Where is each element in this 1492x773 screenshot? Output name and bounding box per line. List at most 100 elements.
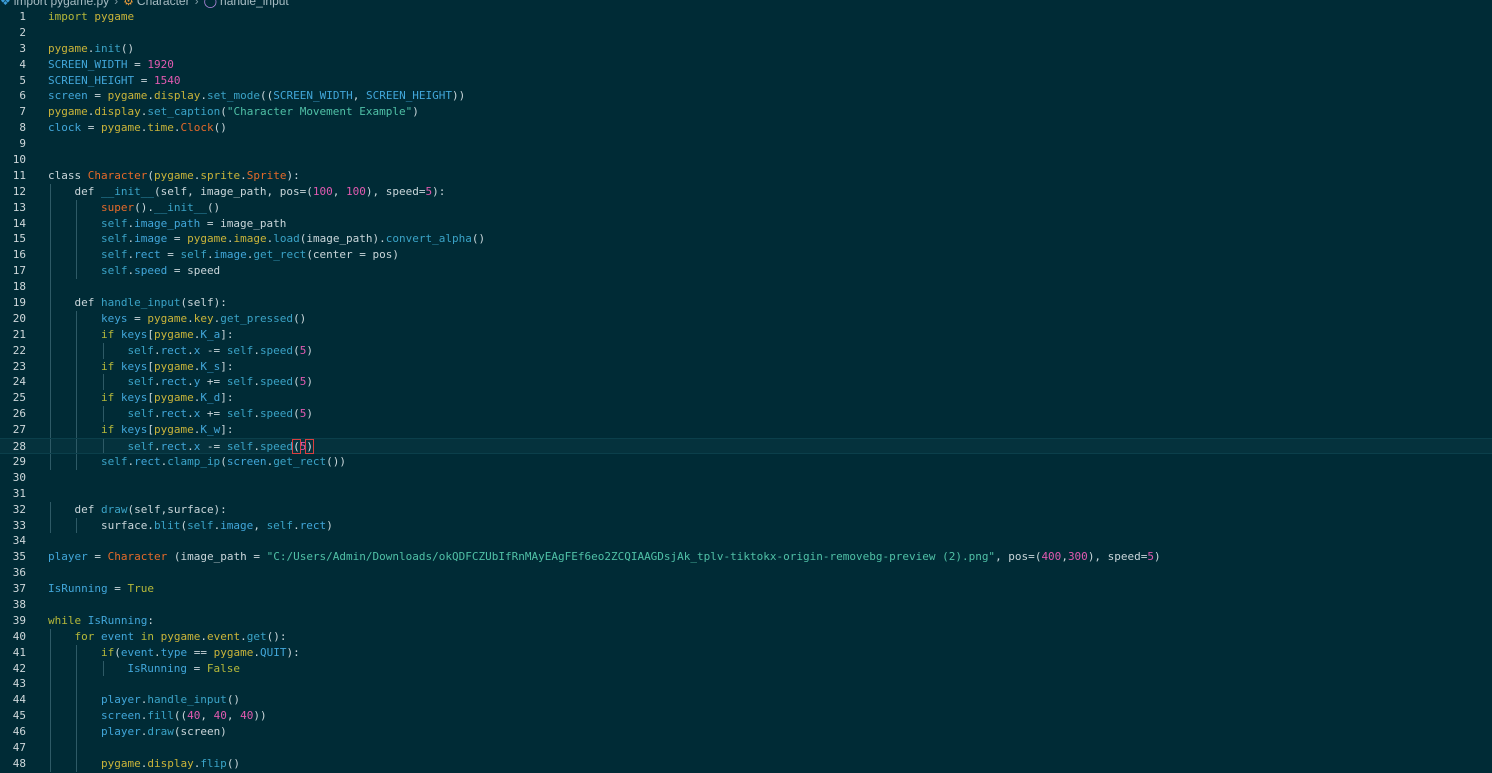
code-token: ) — [1154, 550, 1161, 564]
code-editor[interactable]: 1 import pygame 2 3 pygame.init() 4 SCREEN_WID… — [0, 9, 1492, 772]
code-text: player.handle_input() — [101, 692, 240, 708]
code-token: == — [187, 645, 214, 659]
indent-guide — [76, 517, 78, 534]
chevron-right-icon: › — [194, 0, 199, 8]
code-line[interactable]: 26 self.rect.x += self.speed(5) — [0, 406, 1492, 423]
breadcrumb-class[interactable]: Character — [137, 0, 190, 8]
code-line[interactable]: 44 player.handle_input() — [0, 692, 1492, 709]
code-token: , — [352, 89, 366, 103]
code-line[interactable]: 20 keys = pygame.key.get_pressed() — [0, 310, 1492, 327]
code-line[interactable]: 11 class Character(pygame.sprite.Sprite): — [0, 168, 1492, 184]
code-token: = — [87, 89, 108, 103]
code-line[interactable]: 18 — [0, 279, 1492, 296]
code-text: self.image_path = image_path — [101, 216, 286, 232]
code-line[interactable]: 12 def __init__(self, image_path, pos=(10… — [0, 183, 1492, 200]
code-line[interactable]: 21 if keys[pygame.K_a]: — [0, 326, 1492, 343]
code-token: . — [187, 407, 194, 421]
indent-guide — [76, 453, 78, 470]
code-line[interactable]: 42 IsRunning = False — [0, 660, 1492, 677]
code-line[interactable]: 39 while IsRunning: — [0, 613, 1492, 629]
code-token: __init__ — [100, 184, 154, 198]
code-line[interactable]: 33 surface.blit(self.image, self.rect) — [0, 517, 1492, 534]
code-line[interactable]: 27 if keys[pygame.K_w]: — [0, 422, 1492, 439]
code-line[interactable]: 40 for event in pygame.event.get(): — [0, 628, 1492, 645]
code-line[interactable]: 38 — [0, 597, 1492, 613]
code-text: self.speed = speed — [101, 263, 220, 279]
line-number: 20 — [12, 311, 26, 325]
code-token: clamp_ip — [167, 454, 221, 468]
code-line[interactable]: 41 if(event.type == pygame.QUIT): — [0, 644, 1492, 661]
indent-guide — [50, 439, 51, 453]
code-token: ) — [306, 375, 313, 389]
code-token: . — [187, 343, 194, 357]
code-token: if — [100, 391, 121, 405]
code-token: (screen) — [173, 725, 227, 739]
code-line[interactable]: 6 screen = pygame.display.set_mode((SCREE… — [0, 88, 1492, 104]
code-line[interactable]: 9 — [0, 136, 1492, 152]
code-token: rect — [134, 454, 161, 468]
line-number: 23 — [12, 359, 26, 373]
code-line[interactable]: 36 — [0, 565, 1492, 581]
code-token: 1540 — [153, 73, 181, 87]
code-token: , — [226, 709, 241, 723]
code-line[interactable]: 34 — [0, 533, 1492, 549]
code-token: get_rect — [253, 248, 307, 262]
breadcrumb-method[interactable]: handle_input — [220, 0, 289, 8]
line-number: 12 — [12, 184, 26, 198]
code-line[interactable]: 28 self.rect.x -= self.speed(5) — [0, 438, 1492, 455]
code-token: display — [147, 756, 194, 770]
code-line[interactable]: 35 player = Character (image_path = "C:/U… — [0, 549, 1492, 565]
code-token: Sprite — [246, 168, 287, 182]
code-line[interactable]: 14 self.image_path = image_path — [0, 215, 1492, 232]
code-line[interactable]: 17 self.speed = speed — [0, 263, 1492, 280]
code-line[interactable]: 43 — [0, 676, 1492, 693]
code-line[interactable]: 37 IsRunning = True — [0, 581, 1492, 597]
breadcrumb-file[interactable]: import pygame.py — [14, 0, 109, 8]
code-text: import pygame — [48, 9, 134, 25]
code-line[interactable]: 2 — [0, 25, 1492, 41]
code-token: . — [153, 343, 161, 357]
code-line[interactable]: 47 — [0, 739, 1492, 756]
code-line[interactable]: 5 SCREEN_HEIGHT = 1540 — [0, 73, 1492, 89]
code-token: self — [100, 454, 128, 468]
code-line[interactable]: 7 pygame.display.set_caption("Character M… — [0, 104, 1492, 120]
code-line[interactable]: 25 if keys[pygame.K_d]: — [0, 390, 1492, 407]
indent-guide — [50, 739, 51, 756]
code-token: set_mode — [206, 89, 260, 103]
indent-guide — [102, 660, 104, 677]
code-token: True — [127, 582, 154, 596]
code-line[interactable]: 24 self.rect.y += self.speed(5) — [0, 374, 1492, 391]
code-token: () — [226, 693, 241, 707]
code-line[interactable]: 16 self.rect = self.image.get_rect(center… — [0, 247, 1492, 264]
code-line[interactable]: 4 SCREEN_WIDTH = 1920 — [0, 57, 1492, 73]
indent-guide — [50, 724, 51, 740]
code-token: ), speed= — [365, 184, 426, 198]
code-line[interactable]: 13 super().__init__() — [0, 199, 1492, 216]
code-token: ): — [286, 168, 300, 182]
code-token: . — [153, 407, 161, 421]
code-line[interactable]: 32 def draw(self,surface): — [0, 501, 1492, 518]
code-line[interactable]: 48 pygame.display.flip() — [0, 755, 1492, 772]
code-line[interactable]: 30 — [0, 470, 1492, 486]
line-number: 24 — [12, 375, 26, 389]
indent-guide — [76, 390, 78, 407]
code-line[interactable]: 46 player.draw(screen) — [0, 724, 1492, 740]
code-line[interactable]: 23 if keys[pygame.K_s]: — [0, 358, 1492, 375]
code-line[interactable]: 15 self.image = pygame.image.load(image_p… — [0, 231, 1492, 248]
code-line[interactable]: 10 — [0, 152, 1492, 168]
code-line[interactable]: 1 import pygame — [0, 9, 1492, 25]
code-token: set_caption — [147, 105, 221, 119]
code-line[interactable]: 8 clock = pygame.time.Clock() — [0, 120, 1492, 136]
code-line[interactable]: 29 self.rect.clamp_ip(screen.get_rect()) — [0, 453, 1492, 470]
code-line[interactable]: 31 — [0, 486, 1492, 502]
indent-guide — [50, 310, 51, 327]
code-token: image — [220, 518, 254, 532]
code-line[interactable]: 45 screen.fill((40, 40, 40)) — [0, 708, 1492, 725]
line-number: 17 — [12, 264, 26, 278]
code-token: ( — [292, 439, 301, 455]
code-line[interactable]: 22 self.rect.x -= self.speed(5) — [0, 342, 1492, 359]
line-number: 48 — [12, 756, 26, 770]
code-token: self — [127, 375, 154, 389]
code-line[interactable]: 3 pygame.init() — [0, 41, 1492, 57]
code-line[interactable]: 19 def handle_input(self): — [0, 295, 1492, 311]
